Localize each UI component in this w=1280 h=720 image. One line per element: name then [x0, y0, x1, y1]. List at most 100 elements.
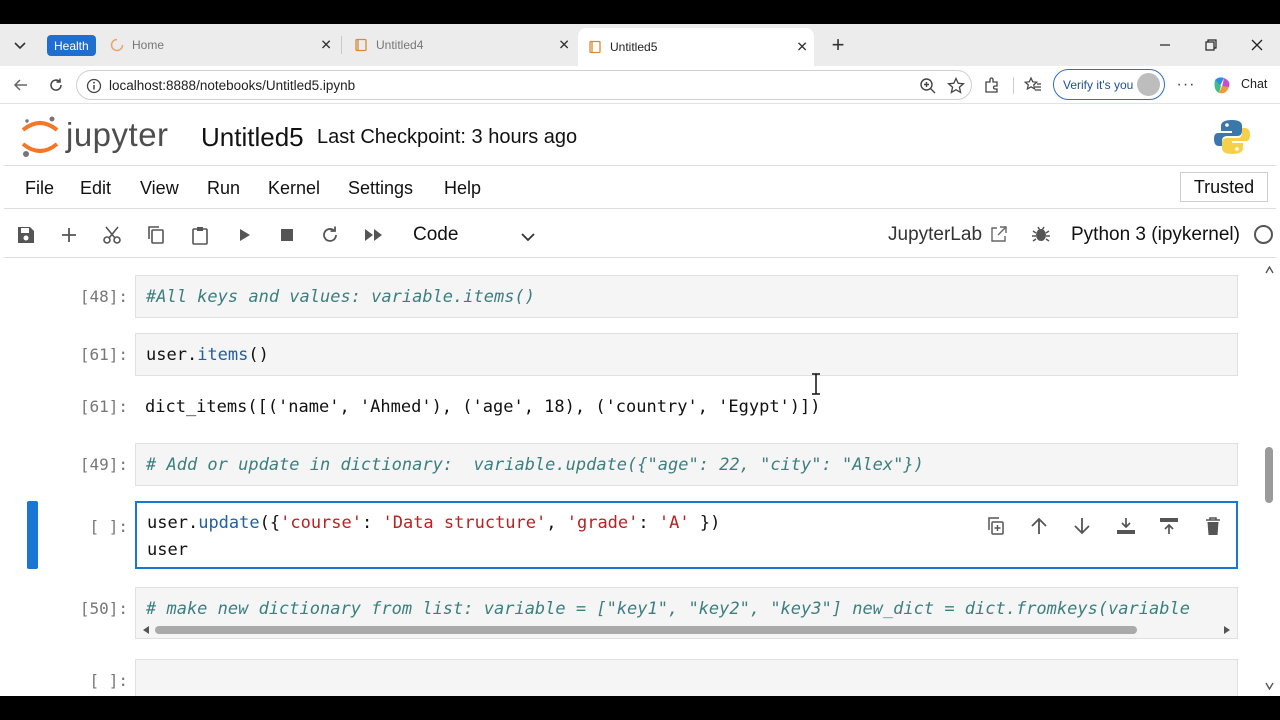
tab-divider: [341, 36, 342, 54]
scroll-left-arrow-icon[interactable]: [141, 625, 151, 635]
chat-label[interactable]: Chat: [1241, 77, 1267, 91]
execution-count: [ ]:: [89, 517, 128, 536]
menu-edit[interactable]: Edit: [80, 178, 111, 199]
insert-below-icon[interactable]: [1113, 513, 1139, 539]
menu-view[interactable]: View: [140, 178, 179, 199]
horizontal-scrollbar[interactable]: [135, 622, 1238, 638]
chevron-down-icon[interactable]: [518, 226, 538, 246]
code-line: user: [147, 540, 188, 560]
external-link-icon[interactable]: [989, 224, 1009, 244]
cell-editor[interactable]: [135, 659, 1238, 696]
code-token: ,: [546, 513, 567, 533]
python-logo-icon: [1214, 120, 1250, 154]
url-input[interactable]: localhost:8888/notebooks/Untitled5.ipynb: [76, 70, 972, 100]
jupyter-logo-icon[interactable]: [20, 114, 60, 160]
menu-help[interactable]: Help: [444, 178, 481, 199]
notebook-panel: [48]: #All keys and values: variable.ite…: [4, 259, 1276, 696]
move-down-arrow-icon[interactable]: [1069, 513, 1095, 539]
tab-untitled4-label: Untitled4: [376, 38, 424, 52]
cut-icon[interactable]: [100, 223, 124, 247]
close-icon[interactable]: ✕: [796, 39, 808, 56]
debugger-bug-icon[interactable]: [1031, 224, 1051, 244]
tab-untitled5[interactable]: Untitled5 ✕: [578, 28, 814, 66]
extensions-icon[interactable]: [979, 72, 1005, 98]
close-icon[interactable]: ✕: [320, 37, 332, 54]
code-token: user: [147, 513, 188, 533]
favorite-star-icon[interactable]: [947, 77, 965, 95]
scrollbar-thumb[interactable]: [1265, 447, 1273, 503]
cell-editor[interactable]: user.update({'course': 'Data structure',…: [135, 501, 1238, 569]
tab-home[interactable]: Home ✕: [100, 30, 338, 60]
menu-kernel[interactable]: Kernel: [268, 178, 320, 199]
health-badge[interactable]: Health: [47, 35, 96, 56]
menu-settings[interactable]: Settings: [348, 178, 413, 199]
zoom-icon[interactable]: [919, 77, 937, 95]
back-arrow-icon[interactable]: [8, 72, 34, 98]
duplicate-cell-icon[interactable]: [983, 513, 1009, 539]
code-comment: #All keys and values: variable.items(): [146, 287, 535, 307]
output-prompt: [61]:: [79, 397, 128, 416]
tab-actions-chevron-icon[interactable]: [8, 33, 32, 57]
kernel-status-icon: [1254, 225, 1273, 244]
code-token: .: [187, 513, 199, 533]
fast-forward-icon[interactable]: [362, 223, 386, 247]
restore-icon[interactable]: [1199, 33, 1223, 57]
code-line: user.items(): [146, 345, 269, 365]
delete-cell-trash-icon[interactable]: [1200, 513, 1226, 539]
screen: Health Home ✕ Untitled4 ✕ Untitled5 ✕ +: [0, 0, 1280, 720]
notebook-title[interactable]: Untitled5: [201, 122, 304, 153]
active-code-cell[interactable]: [ ]: user.update({'course': 'Data struct…: [4, 493, 1264, 573]
insert-above-icon[interactable]: [1156, 513, 1182, 539]
verify-label: Verify it's you: [1063, 77, 1134, 92]
code-token: (): [248, 345, 269, 365]
code-cell[interactable]: [61]: user.items(): [4, 321, 1264, 381]
avatar: [1137, 73, 1160, 96]
minimize-icon[interactable]: [1153, 33, 1177, 57]
verify-profile-button[interactable]: Verify it's you: [1053, 69, 1165, 100]
execution-count: [ ]:: [89, 671, 128, 690]
menu-file[interactable]: File: [25, 178, 54, 199]
move-up-arrow-icon[interactable]: [1026, 513, 1052, 539]
favorites-icon[interactable]: [1020, 72, 1046, 98]
kernel-name[interactable]: Python 3 (ipykernel): [1071, 224, 1240, 246]
run-icon[interactable]: [232, 223, 256, 247]
cell-editor[interactable]: # Add or update in dictionary: variable.…: [135, 443, 1238, 486]
trusted-indicator[interactable]: Trusted: [1180, 172, 1268, 202]
code-cell[interactable]: [49]: # Add or update in dictionary: var…: [4, 431, 1264, 493]
new-tab-plus-icon[interactable]: +: [826, 32, 850, 57]
more-options-icon[interactable]: ···: [1173, 72, 1199, 98]
tab-untitled5-label: Untitled5: [610, 40, 658, 54]
scroll-right-arrow-icon[interactable]: [1222, 625, 1232, 635]
paste-icon[interactable]: [188, 223, 212, 247]
insert-cell-plus-icon[interactable]: [57, 223, 81, 247]
restart-icon[interactable]: [318, 223, 342, 247]
scroll-down-arrow-icon[interactable]: [1265, 682, 1274, 690]
copilot-icon[interactable]: [1211, 75, 1233, 97]
browser-window: Health Home ✕ Untitled4 ✕ Untitled5 ✕ +: [0, 24, 1280, 696]
cell-type-select[interactable]: Code: [413, 224, 458, 246]
copy-icon[interactable]: [144, 223, 168, 247]
cell-editor[interactable]: #All keys and values: variable.items(): [135, 275, 1238, 318]
toolbar-divider: [1013, 77, 1014, 94]
open-in-jupyterlab-link[interactable]: JupyterLab: [888, 224, 982, 246]
execution-count: [61]:: [79, 345, 128, 364]
jupyter-header: jupyter Untitled5 Last Checkpoint: 3 hou…: [4, 104, 1276, 166]
scrollbar-thumb[interactable]: [155, 626, 1137, 634]
code-token: 'grade': [566, 513, 639, 533]
stop-icon[interactable]: [275, 223, 299, 247]
tab-untitled4[interactable]: Untitled4 ✕: [344, 30, 576, 60]
jupyter-wordmark[interactable]: jupyter: [66, 116, 169, 154]
cell-editor[interactable]: user.items(): [135, 333, 1238, 376]
scroll-up-arrow-icon[interactable]: [1265, 266, 1274, 274]
code-cell[interactable]: [48]: #All keys and values: variable.ite…: [4, 259, 1264, 321]
menu-run[interactable]: Run: [207, 178, 240, 199]
refresh-icon[interactable]: [43, 72, 69, 98]
close-window-icon[interactable]: [1245, 33, 1269, 57]
save-icon[interactable]: [14, 223, 38, 247]
close-icon[interactable]: ✕: [558, 37, 570, 54]
code-cell[interactable]: [ ]:: [4, 651, 1264, 696]
code-line: user.update({'course': 'Data structure',…: [147, 513, 720, 533]
url-text: localhost:8888/notebooks/Untitled5.ipynb: [109, 78, 356, 93]
info-icon[interactable]: [86, 78, 102, 94]
vertical-scrollbar[interactable]: [1262, 259, 1276, 696]
